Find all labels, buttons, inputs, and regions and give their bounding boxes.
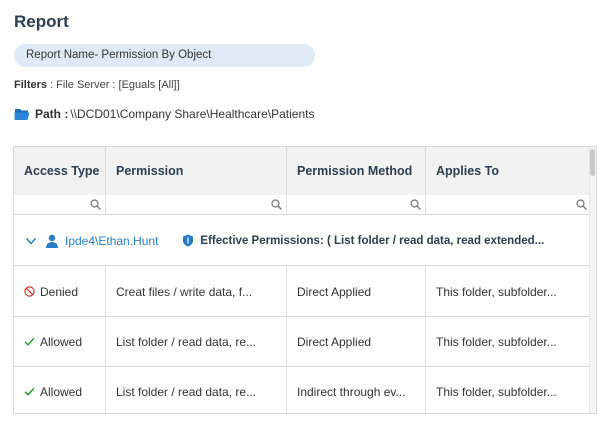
- permissions-grid: Access Type Permission Permission Method…: [13, 146, 597, 414]
- scrollbar-thumb[interactable]: [590, 149, 595, 176]
- column-header-applies-to[interactable]: Applies To: [426, 147, 591, 195]
- filters-text: Filters : File Server : [Eguals [All]]: [14, 79, 180, 91]
- report-name-badge: Report Name- Permission By Object: [14, 44, 315, 67]
- check-icon: [24, 337, 35, 346]
- denied-icon: [24, 286, 35, 297]
- chevron-down-icon[interactable]: [25, 235, 37, 247]
- filter-permission-method[interactable]: [287, 195, 426, 215]
- path-line: Path : \\DCD01\Company Share\Healthcare\P…: [14, 107, 314, 121]
- effective-permissions: Effective Permissions: ( List folder / r…: [200, 234, 545, 247]
- folder-icon: [14, 109, 30, 120]
- column-header-access-type[interactable]: Access Type: [14, 147, 106, 195]
- page-title: Report: [14, 12, 69, 31]
- shield-icon: [183, 234, 194, 247]
- filter-permission[interactable]: [106, 195, 287, 215]
- permission-cell: List folder / read data, re...: [106, 367, 287, 413]
- applies-to-cell: This folder, subfolder...: [436, 334, 557, 349]
- search-icon[interactable]: [271, 199, 282, 210]
- permission-method-cell: Direct Applied: [287, 267, 426, 316]
- access-type-label: Denied: [40, 284, 79, 299]
- filter-access-type[interactable]: [14, 195, 106, 215]
- filters-label: Filters: [14, 79, 48, 91]
- column-header-permission-method[interactable]: Permission Method: [287, 147, 426, 195]
- check-icon: [24, 387, 35, 396]
- applies-to-cell: This folder, subfolder...: [436, 384, 557, 399]
- path-value: \\DCD01\Company Share\Healthcare\Patient…: [70, 107, 315, 121]
- table-row[interactable]: Allowed List folder / read data, re... I…: [14, 367, 591, 413]
- column-header-permission[interactable]: Permission: [106, 147, 287, 195]
- search-icon[interactable]: [90, 199, 101, 210]
- access-type-label: Allowed: [40, 384, 83, 399]
- applies-to-cell: This folder, subfolder...: [436, 284, 557, 299]
- search-icon[interactable]: [576, 199, 587, 210]
- access-type-label: Allowed: [40, 334, 83, 349]
- access-type-cell: Denied: [14, 267, 106, 316]
- filters-value: : File Server : [Eguals [All]]: [47, 79, 180, 91]
- permission-method-cell: Indirect through ev...: [287, 367, 426, 413]
- user-icon: [46, 234, 58, 248]
- path-label: Path :: [35, 107, 69, 121]
- grid-header: Access Type Permission Permission Method…: [14, 147, 591, 195]
- group-row[interactable]: Ipde4\Ethan.Hunt Effective Permissions: …: [14, 216, 591, 266]
- search-icon[interactable]: [410, 199, 421, 210]
- permission-method-cell: Direct Applied: [287, 317, 426, 366]
- permission-cell: List folder / read data, re...: [106, 317, 287, 366]
- table-row[interactable]: Allowed List folder / read data, re... D…: [14, 317, 591, 367]
- access-type-cell: Allowed: [14, 367, 106, 413]
- access-type-cell: Allowed: [14, 317, 106, 366]
- table-row[interactable]: Denied Creat files / write data, f... Di…: [14, 267, 591, 317]
- vertical-scrollbar[interactable]: [589, 147, 596, 413]
- group-user-name[interactable]: Ipde4\Ethan.Hunt: [65, 234, 158, 248]
- filter-row: [14, 195, 591, 215]
- permission-cell: Creat files / write data, f...: [106, 267, 287, 316]
- filter-applies-to[interactable]: [426, 195, 591, 215]
